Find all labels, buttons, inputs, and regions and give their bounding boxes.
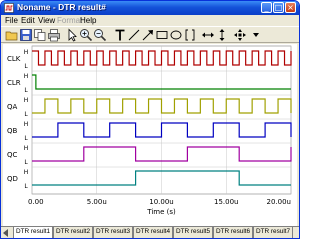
- text-icon[interactable]: [113, 28, 127, 42]
- tab-dtr-result-2[interactable]: DTR result2: [53, 227, 94, 238]
- level-high-label: H: [24, 97, 29, 104]
- tab-dtr-result-5[interactable]: DTR result5: [173, 227, 214, 238]
- signal-label: QB: [7, 127, 18, 135]
- waveform-clk: [32, 50, 292, 66]
- x-tick-label: 15.00u: [214, 198, 238, 206]
- signal-label: QC: [7, 151, 18, 159]
- minimize-button[interactable]: _: [261, 2, 272, 13]
- menu-edit[interactable]: Edit: [21, 15, 35, 26]
- x-tick-label: 10.00u: [149, 198, 173, 206]
- level-high-label: H: [24, 145, 29, 152]
- x-axis-label: Time (s): [146, 208, 176, 216]
- dropdown-icon[interactable]: [249, 28, 263, 42]
- horizontal-cursor-icon[interactable]: [201, 28, 215, 42]
- timing-diagram: 0.00 5.00u 10.00u 15.00u 20.00u Time (s) CLK H L…: [3, 44, 297, 226]
- tab-dtr-result-3[interactable]: DTR result3: [93, 227, 134, 238]
- line-icon[interactable]: [127, 28, 141, 42]
- app-window: Noname - DTR result# _ □ × File Edit Vie…: [0, 0, 300, 239]
- print-icon[interactable]: [47, 28, 61, 42]
- close-button[interactable]: ×: [285, 2, 296, 13]
- timing-chart-svg: 0.00 5.00u 10.00u 15.00u 20.00uTime (s)CLKHL…: [7, 45, 292, 216]
- level-low-label: L: [24, 63, 28, 70]
- tab-dtr-result-4[interactable]: DTR result4: [133, 227, 174, 238]
- level-high-label: H: [24, 49, 29, 56]
- copy-icon[interactable]: [33, 28, 47, 42]
- zoom-in-icon[interactable]: [79, 28, 93, 42]
- level-low-label: L: [24, 135, 28, 142]
- bracket-icon[interactable]: [183, 28, 197, 42]
- waveform-qb: [32, 122, 292, 138]
- open-icon[interactable]: [5, 28, 19, 42]
- level-low-label: L: [24, 183, 28, 190]
- x-tick-label: 5.00u: [87, 198, 107, 206]
- menu-bar: File Edit View Format Help: [1, 15, 299, 26]
- vertical-cursor-icon[interactable]: [215, 28, 229, 42]
- level-low-label: L: [24, 111, 28, 118]
- zoom-out-icon[interactable]: [93, 28, 107, 42]
- menu-view[interactable]: View: [38, 15, 55, 26]
- signal-label: CLK: [7, 55, 21, 63]
- ellipse-icon[interactable]: [169, 28, 183, 42]
- toolbar: [1, 26, 299, 43]
- app-icon: [4, 3, 14, 13]
- rectangle-icon[interactable]: [155, 28, 169, 42]
- save-icon[interactable]: [19, 28, 33, 42]
- x-tick-label: 20.00u: [267, 198, 291, 206]
- x-tick-label: 0.00: [28, 198, 44, 206]
- menu-file[interactable]: File: [5, 15, 18, 26]
- title-bar[interactable]: Noname - DTR result# _ □ ×: [1, 1, 299, 15]
- tab-dtr-result-7[interactable]: DTR result7: [253, 227, 294, 238]
- signal-label: QA: [7, 103, 18, 111]
- menu-help[interactable]: Help: [80, 15, 96, 26]
- signal-label: CLR: [7, 79, 21, 87]
- menu-format[interactable]: Format: [57, 15, 82, 26]
- window-title: Noname - DTR result#: [17, 2, 106, 12]
- tab-dtr-result-1[interactable]: DTR result1: [13, 227, 54, 238]
- waveform-qa: [32, 98, 292, 114]
- move-icon[interactable]: [233, 28, 247, 42]
- arrow-icon[interactable]: [141, 28, 155, 42]
- tab-scroll-left-icon[interactable]: [3, 229, 9, 237]
- pointer-icon[interactable]: [65, 28, 79, 42]
- level-low-label: L: [24, 159, 28, 166]
- signal-label: QD: [7, 175, 18, 183]
- maximize-button[interactable]: □: [273, 2, 284, 13]
- level-low-label: L: [24, 87, 28, 94]
- level-high-label: H: [24, 169, 29, 176]
- level-high-label: H: [24, 121, 29, 128]
- level-high-label: H: [24, 73, 29, 80]
- tab-dtr-result-6[interactable]: DTR result6: [213, 227, 254, 238]
- tab-bar: DTR result1 DTR result2 DTR result3 DTR res…: [1, 226, 299, 238]
